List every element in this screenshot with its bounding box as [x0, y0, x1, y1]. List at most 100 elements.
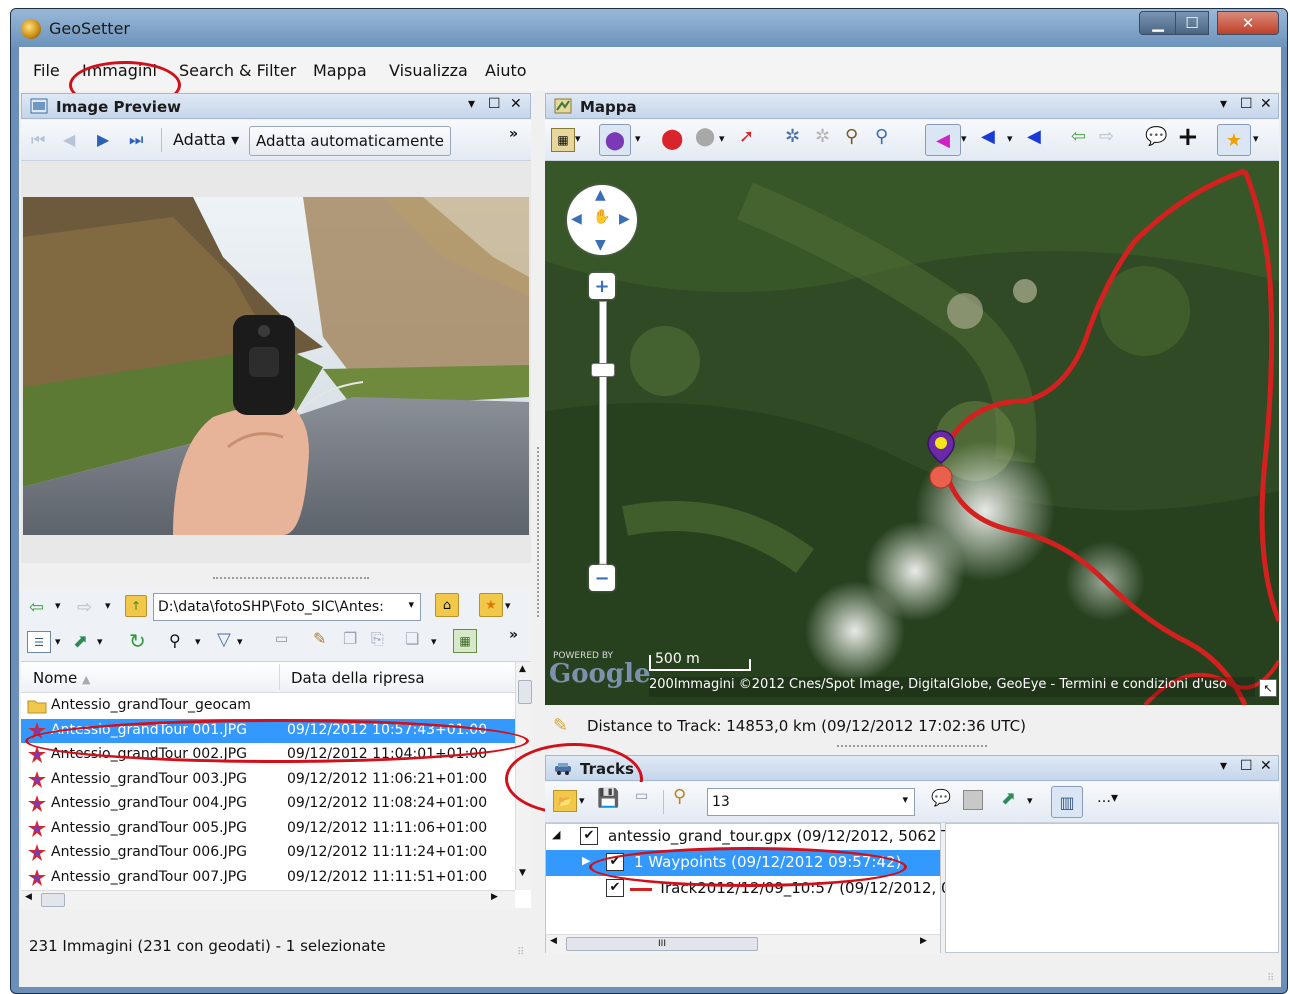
browser-toolbar-overflow-icon[interactable]: » [509, 627, 518, 643]
hscroll-thumb[interactable] [41, 893, 65, 907]
maximize-button[interactable]: ☐ [1175, 11, 1209, 35]
open-track-icon[interactable]: 📂 [553, 790, 577, 812]
track-layout-icon[interactable]: ▥ [1051, 786, 1083, 818]
menu-aiuto[interactable]: Aiuto [485, 61, 527, 80]
first-image-icon[interactable]: ⏮ [31, 130, 45, 150]
pan-control[interactable]: ▲ ▼ ◀ ▶ ✋ [567, 185, 637, 255]
file-row[interactable]: Antessio_grandTour 005.JPG 09/12/2012 11:… [21, 817, 515, 841]
multi-marker-icon[interactable]: ✲ [785, 126, 800, 147]
menu-mappa[interactable]: Mappa [313, 61, 367, 80]
crosshair-icon[interactable]: + [1177, 122, 1199, 152]
paste-icon[interactable]: ⎘ [371, 629, 384, 649]
zoom-slider-track[interactable] [599, 301, 607, 565]
map-panel-dropdown-icon[interactable]: ▾ [1220, 96, 1227, 112]
panel-float-icon[interactable]: ☐ [488, 96, 501, 112]
map-splitter-handle[interactable] [837, 745, 987, 747]
file-row[interactable]: Antessio_grandTour 007.JPG 09/12/2012 11:… [21, 866, 515, 890]
minimize-button[interactable]: ▁ [1139, 11, 1177, 35]
view-mode-dropdown-icon[interactable]: ▾ [55, 635, 61, 648]
vscroll-thumb[interactable] [518, 680, 532, 704]
pan-left-icon[interactable]: ◀ [571, 211, 582, 227]
file-row[interactable]: Antessio_grandTour 004.JPG 09/12/2012 11:… [21, 792, 515, 816]
refresh-icon[interactable]: ↻ [129, 629, 146, 653]
multi-marker-disabled-icon[interactable]: ✲ [815, 126, 830, 147]
column-header-name[interactable]: Nome ▲ [33, 669, 91, 687]
tracks-panel-dropdown-icon[interactable]: ▾ [1220, 758, 1227, 774]
map-panel-float-icon[interactable]: ☐ [1240, 96, 1253, 112]
rename-icon[interactable]: ▭ [275, 631, 288, 647]
column-header-date[interactable]: Data della ripresa [291, 669, 425, 687]
resize-grip-icon[interactable]: ⠿ [517, 947, 524, 958]
save-track-icon[interactable]: 💾 [597, 788, 619, 809]
track-more-icon[interactable]: …▾ [1097, 790, 1118, 806]
filter-dropdown-icon[interactable]: ▾ [237, 635, 243, 648]
file-row[interactable]: Antessio_grandTour 006.JPG 09/12/2012 11:… [21, 841, 515, 865]
search-dropdown-icon[interactable]: ▾ [195, 635, 201, 648]
scroll-up-icon[interactable]: ▲ [519, 664, 526, 674]
map-type-icon[interactable]: ▦ [551, 128, 575, 152]
blue-direction-pin-icon[interactable]: ◀ [1027, 126, 1041, 147]
tracks-hscrollbar[interactable]: ◀ III ▶ [546, 934, 940, 953]
view-mode-icon[interactable]: ☰ [27, 631, 51, 653]
map-back-icon[interactable]: ⇦ [1071, 126, 1086, 147]
menu-visualizza[interactable]: Visualizza [389, 61, 468, 80]
last-image-icon[interactable]: ⏭ [129, 130, 143, 150]
tracks-panel-float-icon[interactable]: ☐ [1240, 758, 1253, 774]
track-rename-icon[interactable]: ▭ [635, 788, 648, 804]
tracks-scroll-left-icon[interactable]: ◀ [550, 936, 557, 946]
back-dropdown-icon[interactable]: ▾ [55, 599, 61, 612]
back-icon[interactable]: ⇦ [29, 597, 44, 618]
map-type-dropdown-icon[interactable]: ▾ [575, 132, 581, 145]
zoom-out-button[interactable]: − [589, 565, 615, 591]
gray-marker-icon[interactable]: ⬤ [695, 126, 715, 147]
track-search-dropdown-icon[interactable]: ▾ [902, 793, 908, 806]
file-list-hscrollbar[interactable]: ◀ ▶ [21, 890, 515, 909]
binoculars-icon[interactable]: ⚲ [169, 631, 181, 650]
fit-dropdown-button[interactable]: Adatta ▾ [173, 130, 239, 149]
placemark-purple-icon[interactable]: ⬤ [599, 124, 631, 156]
splitter-handle[interactable] [213, 577, 369, 579]
tracks-panel-close-icon[interactable]: ✕ [1260, 758, 1272, 774]
column-divider[interactable] [279, 664, 280, 690]
menu-search-filter[interactable]: Search & Filter [179, 61, 296, 80]
copy-icon[interactable]: ❐ [343, 629, 357, 648]
panel-dropdown-icon[interactable]: ▾ [468, 96, 475, 112]
track-stop-icon[interactable] [963, 790, 983, 810]
duplicate-icon[interactable]: ❏ [405, 629, 419, 648]
auto-fit-button[interactable]: Adatta automaticamente [249, 126, 451, 156]
map-panel-close-icon[interactable]: ✕ [1260, 96, 1272, 112]
open-track-dropdown-icon[interactable]: ▾ [579, 794, 585, 807]
pan-right-icon[interactable]: ▶ [619, 211, 630, 227]
pan-up-icon[interactable]: ▲ [595, 187, 606, 203]
close-window-button[interactable]: ✕ [1217, 11, 1279, 35]
scroll-down-icon[interactable]: ▼ [519, 868, 526, 878]
path-dropdown-icon[interactable]: ▾ [408, 598, 414, 611]
forward-dropdown-icon[interactable]: ▾ [105, 599, 111, 612]
tracks-hscroll-thumb[interactable]: III [566, 937, 758, 951]
zoom-in-button[interactable]: + [589, 273, 615, 299]
path-combo[interactable]: D:\data\fotoSHP\Foto_SIC\Antes: ▾ [153, 593, 421, 621]
browse-folder-icon[interactable]: ⌂ [435, 593, 459, 617]
overview-toggle-icon[interactable]: ↖ [1259, 679, 1277, 697]
gray-marker-dropdown-icon[interactable]: ▾ [719, 132, 725, 145]
favorite-folder-icon[interactable]: ★ [479, 593, 503, 617]
map-attribution[interactable]: 200Immagini ©2012 Cnes/Spot Image, Digit… [649, 677, 1255, 697]
tracks-scroll-right-icon[interactable]: ▶ [920, 936, 927, 946]
next-image-icon[interactable]: ▶ [97, 130, 109, 149]
parent-folder-icon[interactable]: ↑ [125, 595, 147, 617]
magenta-direction-icon[interactable]: ◀ [925, 124, 961, 156]
favorite-dropdown-icon[interactable]: ▾ [505, 599, 511, 612]
edit-data-icon[interactable]: ✎ [313, 629, 326, 648]
track-search-combo[interactable]: 13 ▾ [707, 788, 915, 816]
file-row[interactable]: Antessio_grandTour 003.JPG 09/12/2012 11:… [21, 768, 515, 792]
collapse-icon[interactable]: ◢ [552, 828, 560, 841]
duplicate-dropdown-icon[interactable]: ▾ [431, 635, 437, 648]
track-checkbox[interactable]: ✔ [606, 879, 624, 897]
map-view[interactable]: ▲ ▼ ◀ ▶ ✋ + − POWERED BY Google 500 m 20… [545, 161, 1279, 705]
vertical-splitter-handle[interactable] [537, 447, 539, 617]
scroll-left-icon[interactable]: ◀ [25, 892, 32, 902]
track-comment-icon[interactable]: 💬 [931, 788, 951, 807]
track-geotag-dropdown-icon[interactable]: ▾ [1027, 794, 1033, 807]
zoom-markers-icon[interactable]: ⚲ [845, 126, 858, 147]
gpx-checkbox[interactable]: ✔ [580, 827, 598, 845]
